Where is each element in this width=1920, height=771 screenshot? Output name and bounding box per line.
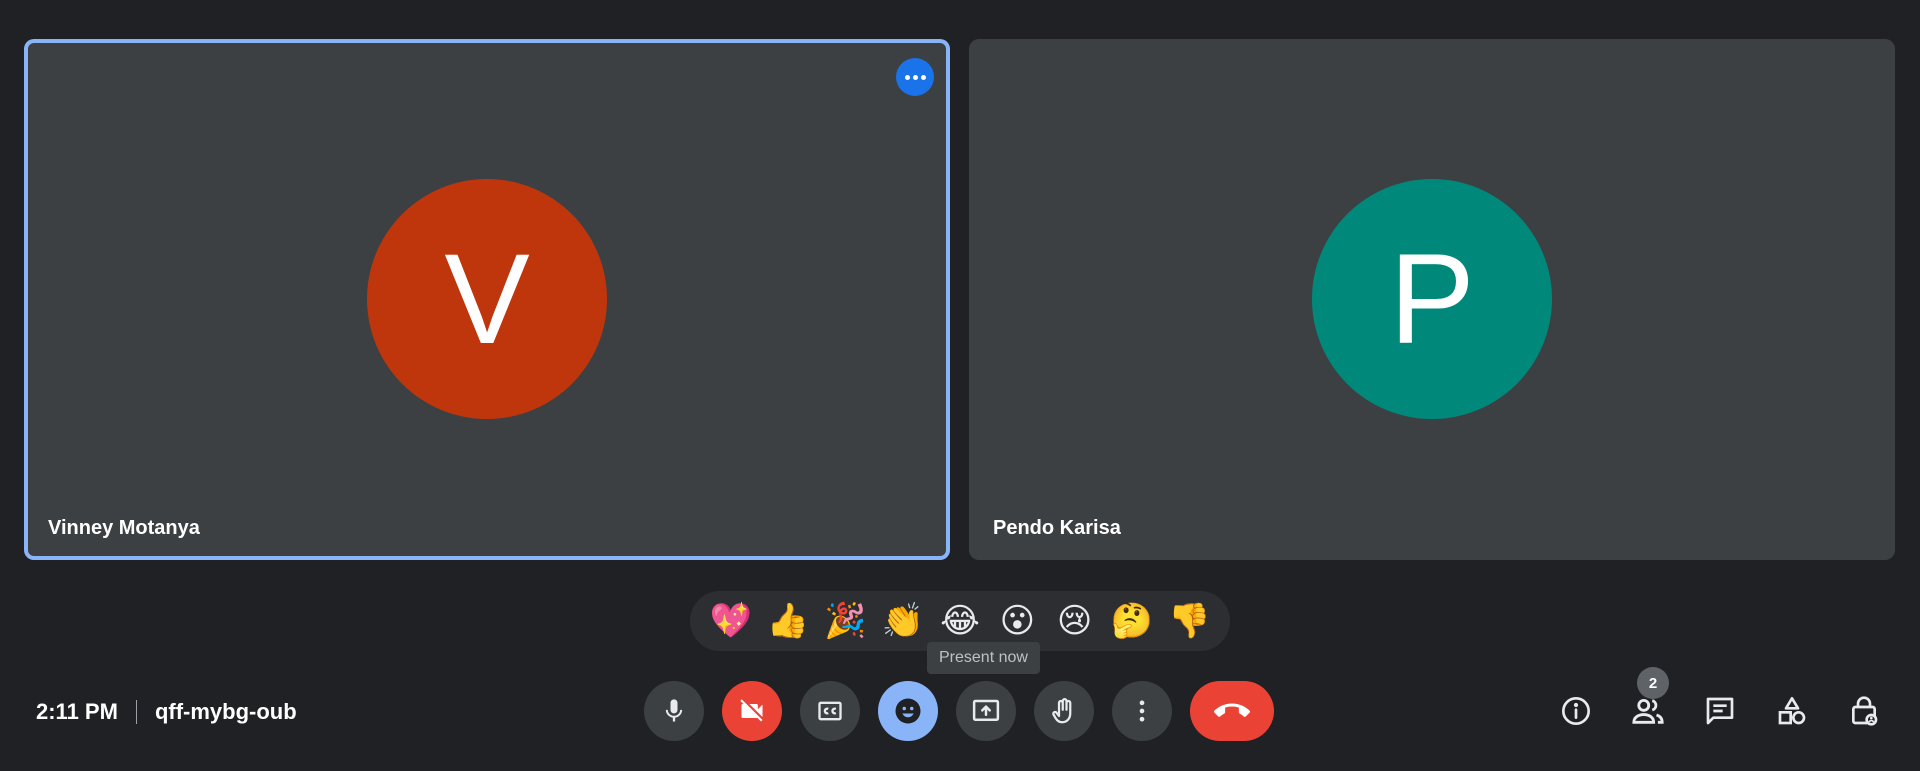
- reactions-button[interactable]: [878, 681, 938, 741]
- tile-more-options-button[interactable]: [896, 58, 934, 96]
- reaction-clapping[interactable]: 👏: [879, 597, 927, 645]
- reaction-thumbs-down[interactable]: 👎: [1165, 597, 1213, 645]
- people-icon: [1632, 698, 1664, 724]
- reaction-surprised[interactable]: 😮: [993, 597, 1041, 645]
- participant-name: Vinney Motanya: [48, 517, 200, 539]
- reaction-thinking[interactable]: 🤔: [1108, 597, 1156, 645]
- captions-button[interactable]: [800, 681, 860, 741]
- side-controls: 2: [1552, 667, 1888, 741]
- mic-icon: [665, 699, 683, 722]
- people-count-badge: 2: [1637, 667, 1669, 699]
- reaction-thumbs-up[interactable]: 👍: [764, 597, 812, 645]
- more-options-icon: [1139, 700, 1145, 722]
- dot: [912, 74, 918, 80]
- activities-button[interactable]: [1768, 687, 1816, 735]
- hang-up-icon: [1214, 703, 1250, 717]
- dot: [904, 74, 910, 80]
- meet-call-screen: V Vinney Motanya P Pendo Karisa 💖 👍 🎉 👏 …: [0, 0, 1920, 771]
- participant-avatar: V: [367, 179, 607, 419]
- camera-off-icon: [740, 699, 763, 722]
- reaction-crying[interactable]: 😢: [1051, 597, 1099, 645]
- meeting-code: qff-mybg-oub: [154, 699, 297, 724]
- divider: [135, 700, 137, 724]
- participant-avatar: P: [1312, 179, 1552, 419]
- chat-icon: [1706, 697, 1734, 725]
- reaction-sparkling-heart[interactable]: 💖: [707, 597, 755, 645]
- activities-icon: [1778, 697, 1806, 725]
- participant-tile-pendo[interactable]: P Pendo Karisa: [969, 39, 1895, 560]
- present-now-button[interactable]: [956, 681, 1016, 741]
- chat-button[interactable]: [1696, 687, 1744, 735]
- more-options-button[interactable]: [1112, 681, 1172, 741]
- host-controls-button[interactable]: [1840, 687, 1888, 735]
- reaction-tears-of-joy[interactable]: 😂: [936, 597, 984, 645]
- present-icon: [972, 699, 1000, 721]
- camera-toggle-button[interactable]: [722, 681, 782, 741]
- participant-name: Pendo Karisa: [993, 517, 1121, 539]
- dot: [920, 74, 926, 80]
- meeting-details-button[interactable]: [1552, 687, 1600, 735]
- emoji-icon: [895, 698, 921, 724]
- reaction-party-popper[interactable]: 🎉: [821, 597, 869, 645]
- meeting-info: 2:11 PM qff-mybg-oub: [36, 694, 297, 730]
- present-now-tooltip: Present now: [927, 642, 1040, 674]
- meeting-time: 2:11 PM: [36, 699, 118, 724]
- captions-icon: [818, 701, 842, 721]
- raise-hand-button[interactable]: [1034, 681, 1094, 741]
- host-controls-icon: [1852, 696, 1878, 726]
- leave-call-button[interactable]: [1190, 681, 1274, 741]
- mic-button[interactable]: [644, 681, 704, 741]
- people-button[interactable]: 2: [1624, 667, 1672, 735]
- call-controls: [644, 681, 1274, 741]
- participant-tile-vinney[interactable]: V Vinney Motanya: [24, 39, 950, 560]
- raise-hand-icon: [1052, 698, 1072, 724]
- info-icon: [1562, 697, 1590, 725]
